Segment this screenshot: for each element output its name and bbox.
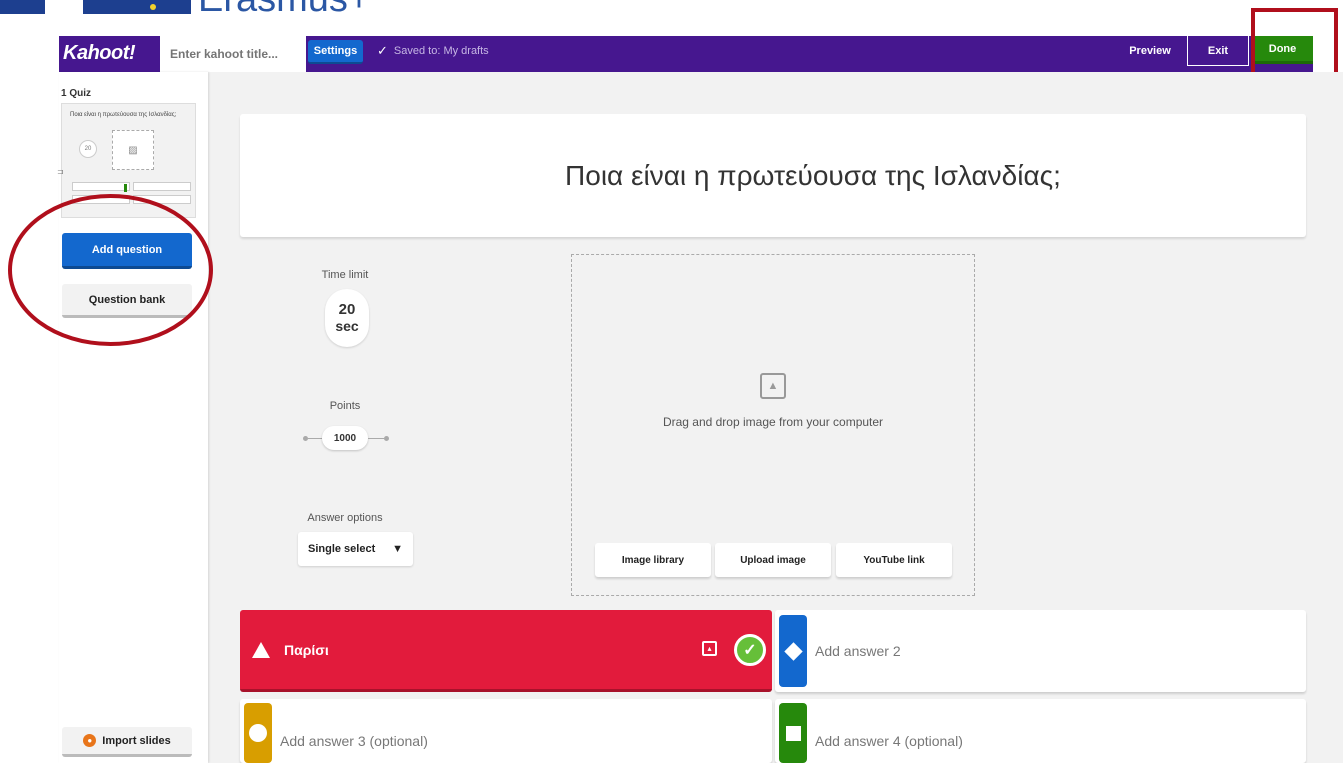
check-icon: ✓ <box>377 43 388 58</box>
save-status-text: Saved to: My drafts <box>393 45 489 57</box>
eu-flag-logo <box>83 0 191 14</box>
answer-2[interactable]: Add answer 2 <box>775 610 1306 692</box>
answer-1-text[interactable]: Παρίσι <box>284 642 329 658</box>
answer-4-placeholder[interactable]: Add answer 4 (optional) <box>815 733 963 749</box>
answer-options-label: Answer options <box>307 512 383 524</box>
points-slider-track <box>308 438 322 439</box>
youtube-link-button[interactable]: YouTube link <box>836 543 952 577</box>
answer-3-shape <box>244 703 272 763</box>
question-title-input[interactable]: Ποια είναι η πρωτεύουσα της Ισλανδίας; <box>240 114 1306 237</box>
time-limit-value: 20 <box>338 301 356 318</box>
answer-1[interactable]: Παρίσι ▴ ✓ <box>240 610 772 692</box>
triangle-icon <box>252 641 270 658</box>
thumbnail-correct-marker <box>124 184 127 192</box>
circle-icon <box>249 724 267 742</box>
answer-4[interactable]: Add answer 4 (optional) <box>775 699 1306 763</box>
answer-2-placeholder[interactable]: Add answer 2 <box>815 643 901 659</box>
thumbnail-answer <box>72 182 130 191</box>
answer-4-shape <box>779 703 807 763</box>
diamond-icon <box>783 641 803 661</box>
add-question-highlight-circle <box>8 194 213 346</box>
time-limit-selector[interactable]: 20 sec <box>325 289 369 347</box>
upload-image-button[interactable]: Upload image <box>715 543 831 577</box>
points-value[interactable]: 1000 <box>322 426 368 450</box>
points-slider-track <box>368 438 384 439</box>
duplicate-icon[interactable]: ⊐ <box>57 167 64 176</box>
time-limit-unit: sec <box>335 318 359 334</box>
eu-star-icon <box>150 4 156 10</box>
slide-label: 1 Quiz <box>61 88 92 99</box>
import-icon: ● <box>83 734 97 747</box>
logo-strip: Erasmus+ <box>0 0 1343 22</box>
erasmus-logo-text: Erasmus+ <box>198 0 370 21</box>
image-library-button[interactable]: Image library <box>595 543 711 577</box>
partner-logo <box>0 0 45 14</box>
thumbnail-image-icon: ▨ <box>112 130 154 170</box>
drop-instructions: Drag and drop image from your computer <box>662 415 884 429</box>
dropdown-arrow-icon: ▼ <box>392 543 403 555</box>
answer-3-placeholder[interactable]: Add answer 3 (optional) <box>280 733 428 749</box>
image-icon: ▲ <box>760 373 786 399</box>
time-limit-label: Time limit <box>321 269 369 281</box>
save-status: ✓ Saved to: My drafts <box>377 42 489 60</box>
points-slider-max[interactable] <box>384 436 389 441</box>
settings-button[interactable]: Settings <box>308 40 363 64</box>
thumbnail-timer: 20 <box>79 140 97 158</box>
answer-2-shape <box>779 615 807 687</box>
correct-check-icon[interactable]: ✓ <box>734 634 766 666</box>
points-label: Points <box>329 400 361 412</box>
answer-options-value: Single select <box>308 543 376 555</box>
import-slides-label: Import slides <box>102 734 171 747</box>
exit-button[interactable]: Exit <box>1187 36 1249 66</box>
import-slides-button[interactable]: ● Import slides <box>62 727 192 757</box>
answer-options-select[interactable]: Single select ▼ <box>298 532 413 566</box>
kahoot-title-input[interactable] <box>160 36 306 72</box>
thumbnail-question: Ποια είναι η πρωτεύουσα της Ισλανδίας; <box>70 112 177 118</box>
square-icon <box>785 725 801 741</box>
thumbnail-answer <box>133 182 191 191</box>
preview-button[interactable]: Preview <box>1114 36 1186 66</box>
answer-image-icon[interactable]: ▴ <box>702 641 717 656</box>
answer-3[interactable]: Add answer 3 (optional) <box>240 699 772 763</box>
kahoot-logo[interactable]: Kahoot! <box>61 38 136 68</box>
